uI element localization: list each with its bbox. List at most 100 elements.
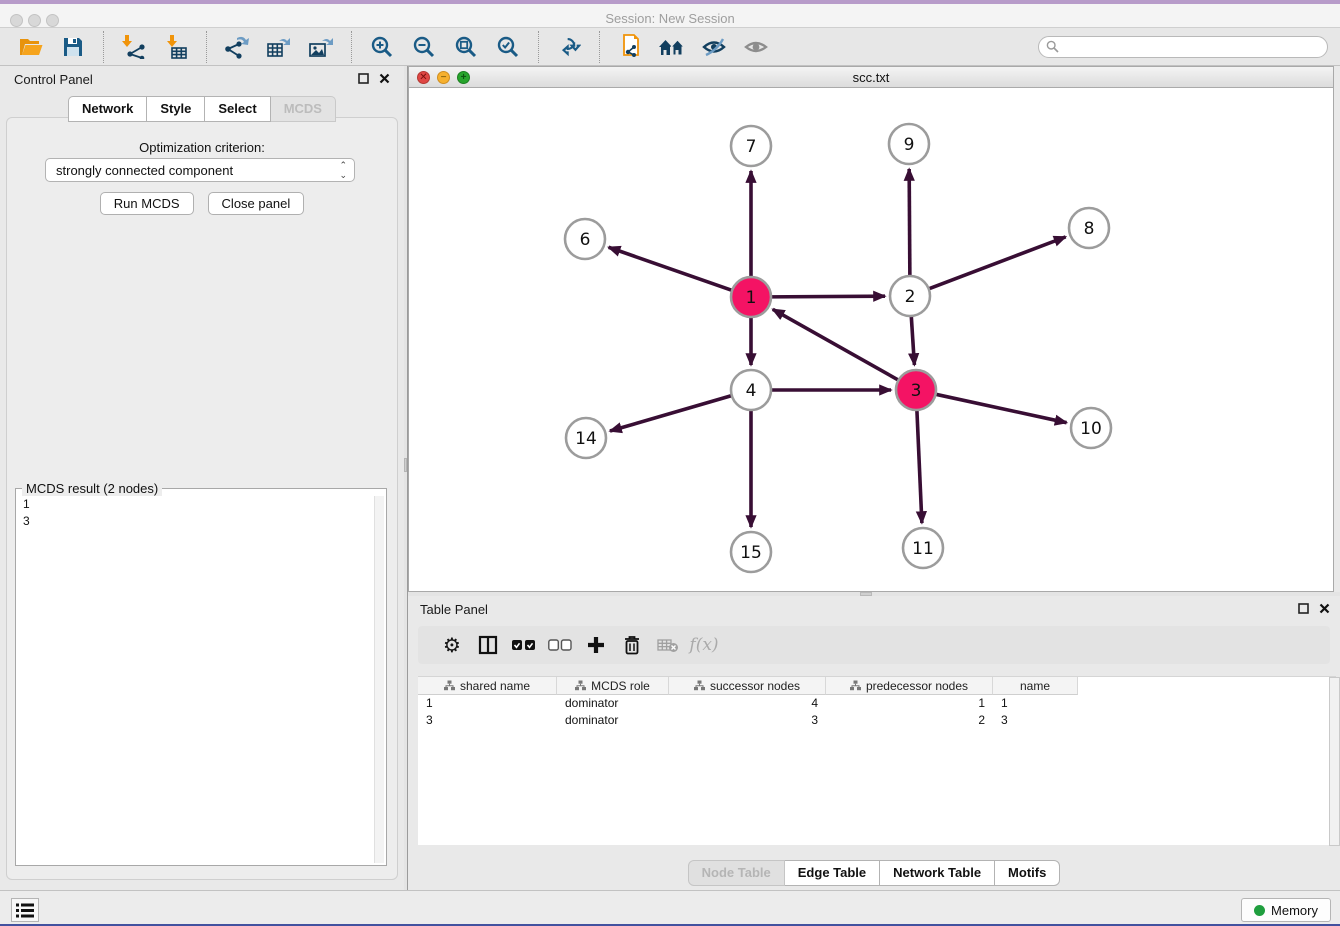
network-canvas[interactable]: 7968124314101511 xyxy=(409,88,1333,591)
graph-node-label-9: 9 xyxy=(904,135,915,155)
save-floppy-icon xyxy=(62,36,84,58)
export-image-icon xyxy=(308,35,334,59)
graph-edge-2-8[interactable] xyxy=(927,237,1066,290)
graph-edge-3-1[interactable] xyxy=(773,309,901,381)
search-input[interactable] xyxy=(1063,40,1313,54)
tab-network[interactable]: Network xyxy=(68,96,147,122)
network-view-titlebar[interactable]: ✕ − + scc.txt xyxy=(409,67,1333,88)
column-header-mcds-role[interactable]: MCDS role xyxy=(557,677,669,695)
export-image-button[interactable] xyxy=(304,32,338,62)
first-neighbors-button[interactable] xyxy=(655,32,689,62)
graph-node-label-11: 11 xyxy=(912,539,934,559)
apply-layout-button[interactable] xyxy=(552,32,586,62)
cell-shared-name[interactable]: 3 xyxy=(418,712,557,729)
import-table-button[interactable] xyxy=(159,32,193,62)
zoom-out-button[interactable] xyxy=(407,32,441,62)
cell-shared-name[interactable]: 1 xyxy=(418,695,557,712)
table-scrollbar[interactable] xyxy=(1329,677,1340,846)
tab-style[interactable]: Style xyxy=(147,96,205,122)
table-panel: Table Panel ⚙ f(x) xyxy=(408,596,1340,890)
export-network-icon xyxy=(224,35,250,59)
cell-predecessor-nodes[interactable]: 1 xyxy=(826,695,993,712)
graph-node-label-2: 2 xyxy=(905,287,916,307)
toolbar-separator xyxy=(599,31,600,63)
show-all-button[interactable] xyxy=(739,32,773,62)
export-network-button[interactable] xyxy=(220,32,254,62)
close-panel-icon[interactable] xyxy=(1319,603,1330,614)
graph-node-label-15: 15 xyxy=(740,543,762,563)
show-column-button[interactable] xyxy=(470,630,506,660)
select-stepper-icon: ⌃⌄ xyxy=(339,160,347,180)
export-table-button[interactable] xyxy=(262,32,296,62)
column-tree-icon xyxy=(850,680,861,691)
run-mcds-button[interactable]: Run MCDS xyxy=(100,192,194,215)
open-session-button[interactable] xyxy=(14,32,48,62)
graph-node-label-7: 7 xyxy=(746,137,757,157)
import-network-button[interactable] xyxy=(117,32,151,62)
tab-select[interactable]: Select xyxy=(205,96,270,122)
open-folder-icon xyxy=(18,36,44,58)
trash-icon xyxy=(623,635,641,655)
deselect-all-columns-button[interactable] xyxy=(542,630,578,660)
graph-edge-3-10[interactable] xyxy=(934,394,1067,423)
save-session-button[interactable] xyxy=(56,32,90,62)
search-field[interactable] xyxy=(1038,36,1328,58)
cell-name[interactable]: 1 xyxy=(993,695,1078,712)
graph-edge-1-6[interactable] xyxy=(609,247,734,291)
task-history-button[interactable] xyxy=(11,898,39,922)
cell-mcds-role[interactable]: dominator xyxy=(557,712,669,729)
memory-status-dot-icon xyxy=(1254,905,1265,916)
hide-selected-button[interactable] xyxy=(697,32,731,62)
create-column-button[interactable] xyxy=(578,630,614,660)
delete-column-button[interactable] xyxy=(614,630,650,660)
splitter-grip[interactable] xyxy=(404,458,407,472)
graph-node-label-1: 1 xyxy=(746,288,757,308)
memory-button[interactable]: Memory xyxy=(1241,898,1331,922)
tab-edge-table[interactable]: Edge Table xyxy=(785,860,880,886)
node-table: shared name MCDS role successor nodes pr… xyxy=(418,676,1336,845)
column-header-predecessor-nodes[interactable]: predecessor nodes xyxy=(826,677,993,695)
status-bar: Memory xyxy=(0,890,1340,924)
duplicate-network-icon xyxy=(618,34,642,60)
table-options-button[interactable]: ⚙ xyxy=(434,630,470,660)
select-all-columns-button[interactable] xyxy=(506,630,542,660)
column-header-successor-nodes[interactable]: successor nodes xyxy=(669,677,826,695)
graph-edge-1-2[interactable] xyxy=(769,296,885,297)
column-header-name[interactable]: name xyxy=(993,677,1078,695)
mcds-result-text[interactable]: 1 3 xyxy=(18,496,374,863)
toolbar-separator xyxy=(351,31,352,63)
close-panel-button[interactable]: Close panel xyxy=(208,192,305,215)
tab-motifs[interactable]: Motifs xyxy=(995,860,1060,886)
cell-name[interactable]: 3 xyxy=(993,712,1078,729)
network-graph[interactable]: 7968124314101511 xyxy=(409,88,1333,591)
graph-edge-2-9[interactable] xyxy=(909,169,910,278)
graph-edge-2-3[interactable] xyxy=(911,314,914,365)
tab-node-table[interactable]: Node Table xyxy=(688,860,785,886)
column-header-shared-name[interactable]: shared name xyxy=(418,677,557,695)
cell-mcds-role[interactable]: dominator xyxy=(557,695,669,712)
new-network-from-selection-button[interactable] xyxy=(613,32,647,62)
function-builder-button-disabled: f(x) xyxy=(686,630,722,660)
graph-edge-4-14[interactable] xyxy=(610,395,734,431)
float-panel-icon[interactable] xyxy=(358,73,369,84)
tab-network-table[interactable]: Network Table xyxy=(880,860,995,886)
zoom-fit-button[interactable] xyxy=(449,32,483,62)
float-panel-icon[interactable] xyxy=(1298,603,1309,614)
optimization-criterion-select[interactable]: strongly connected component ⌃⌄ xyxy=(45,158,355,182)
zoom-selected-button[interactable] xyxy=(491,32,525,62)
mcds-result-fieldset: MCDS result (2 nodes) 1 3 xyxy=(15,488,387,866)
main-toolbar xyxy=(0,28,1340,66)
cell-successor-nodes[interactable]: 3 xyxy=(669,712,826,729)
mcds-result-scrollbar[interactable] xyxy=(374,496,384,863)
graph-edge-3-11[interactable] xyxy=(917,408,922,523)
toolbar-separator xyxy=(103,31,104,63)
plus-icon xyxy=(587,636,605,654)
cell-successor-nodes[interactable]: 4 xyxy=(669,695,826,712)
table-row[interactable]: 3 dominator 3 2 3 xyxy=(418,712,1336,729)
tab-mcds[interactable]: MCDS xyxy=(271,96,336,122)
table-row[interactable]: 1 dominator 4 1 1 xyxy=(418,695,1336,712)
close-panel-icon[interactable] xyxy=(379,73,390,84)
zoom-in-button[interactable] xyxy=(365,32,399,62)
delete-table-button-disabled xyxy=(650,630,686,660)
cell-predecessor-nodes[interactable]: 2 xyxy=(826,712,993,729)
